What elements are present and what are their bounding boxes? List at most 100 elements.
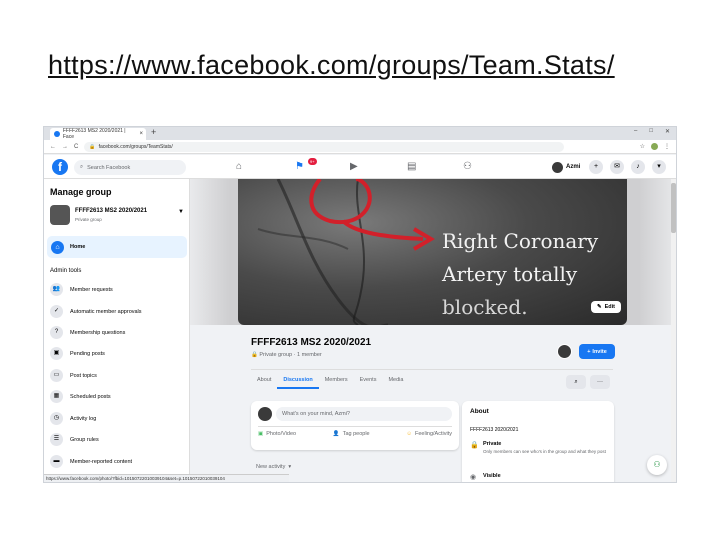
sidebar-item-label: Scheduled posts [70, 393, 111, 400]
browser-tab[interactable]: FFFF2613 MS2 2020/2021 | Face × [50, 128, 146, 140]
user-avatar [552, 161, 563, 173]
cover-photo[interactable]: Right Coronary Artery totally blocked. ✎… [238, 179, 627, 325]
divider [251, 369, 613, 370]
reload-button[interactable]: C [74, 144, 78, 150]
feed-sort-dropdown[interactable]: New activity ▾ [256, 464, 291, 470]
tab-events[interactable]: Events [354, 371, 383, 389]
pencil-icon: ✎ [597, 304, 602, 310]
edit-label: Edit [604, 304, 615, 310]
create-button[interactable]: + [589, 160, 603, 174]
cover-caption-line: Right Coronary [442, 229, 599, 253]
scrollbar[interactable] [671, 179, 676, 482]
scrollbar-thumb[interactable] [671, 183, 676, 233]
search-input[interactable]: ⌕ Search Facebook [74, 160, 186, 175]
privacy-row: 🔒 Private Only members can see who's in … [470, 441, 607, 455]
maximize-button[interactable]: □ [649, 128, 653, 135]
chevron-down-icon: ▾ [288, 464, 292, 470]
messenger-icon[interactable]: ✉ [610, 160, 624, 174]
tab-discussion[interactable]: Discussion [277, 371, 319, 389]
calendar-icon: ▦ [50, 390, 63, 403]
tab-media[interactable]: Media [382, 371, 409, 389]
auto-approve-icon: ✓ [50, 305, 63, 318]
cover-caption-line: Artery totally [442, 262, 578, 286]
browser-menu-icon[interactable]: ⋮ [664, 143, 670, 150]
group-tabs: About Discussion Members Events Media [251, 371, 409, 389]
tab-close-icon[interactable]: × [139, 131, 143, 137]
eye-icon: ◉ [470, 474, 477, 481]
clock-icon: ◷ [50, 412, 63, 425]
chevron-down-icon[interactable]: ▼ [178, 209, 184, 215]
user-profile-chip[interactable]: Azmi [552, 160, 580, 174]
minimize-button[interactable]: – [634, 128, 637, 135]
feeling-button[interactable]: ☺ Feeling/Activity [406, 431, 452, 437]
sidebar-item-post-topics[interactable]: ▭ Post topics [50, 369, 97, 382]
sidebar-item-member-requests[interactable]: 👥 Member requests [50, 283, 113, 296]
visibility-title: Visible [483, 473, 501, 479]
notifications-icon[interactable]: ♪ [631, 160, 645, 174]
marketplace-icon[interactable]: ▤ [407, 161, 416, 172]
url-text: facebook.com/groups/TeamStats/ [98, 143, 173, 150]
facebook-logo[interactable]: f [52, 159, 68, 175]
sidebar-item-group-rules[interactable]: ☰ Group rules [50, 433, 99, 446]
sidebar-item-activity-log[interactable]: ◷ Activity log [50, 412, 96, 425]
sidebar-item-label: Activity log [70, 415, 97, 422]
sidebar-item-label: Post topics [70, 372, 97, 379]
sidebar-item-home[interactable]: ⌂ Home [47, 236, 187, 258]
cover-caption-line: blocked. [442, 295, 528, 319]
sidebar-item-scheduled-posts[interactable]: ▦ Scheduled posts [50, 390, 111, 403]
group-search-button[interactable]: ⌕ [566, 375, 586, 389]
search-placeholder: Search Facebook [87, 164, 131, 171]
close-window-button[interactable]: ✕ [665, 128, 670, 135]
sidebar-item-membership-questions[interactable]: ? Membership questions [50, 326, 125, 339]
people-icon: ⚇ [653, 460, 661, 469]
url-field[interactable]: 🔒 facebook.com/groups/TeamStats/ [84, 141, 565, 152]
feeling-label: Feeling/Activity [414, 431, 452, 437]
member-avatar[interactable] [557, 344, 572, 359]
photo-video-label: Photo/Video [266, 431, 297, 437]
invite-button[interactable]: + Invite [579, 344, 615, 359]
divider [258, 426, 452, 427]
topics-icon: ▭ [50, 369, 63, 382]
lock-icon: 🔒 [89, 143, 96, 150]
about-heading: About [470, 408, 489, 415]
tab-about[interactable]: About [251, 371, 277, 389]
new-tab-button[interactable]: + [151, 127, 156, 137]
cover-caption: Right Coronary Artery totally blocked. [442, 225, 598, 324]
watch-icon[interactable]: ▶ [350, 161, 358, 172]
composer-input[interactable]: What's on your mind, Azmi? [276, 407, 452, 421]
pending-icon: ▣ [50, 347, 63, 360]
profile-avatar-icon[interactable] [651, 143, 658, 150]
sidebar-item-pending-posts[interactable]: ▣ Pending posts [50, 347, 105, 360]
forward-button[interactable]: → [62, 144, 68, 150]
groups-icon[interactable]: ⚇ [463, 161, 472, 172]
pages-flag-icon[interactable]: ⚑ [295, 161, 304, 172]
lock-icon: 🔒 [470, 442, 479, 449]
photo-video-button[interactable]: ▣ Photo/Video [258, 431, 296, 437]
home-nav-icon[interactable]: ⌂ [236, 161, 242, 172]
sidebar-item-reported-content[interactable]: ▬ Member-reported content [50, 455, 132, 468]
plus-icon: + [587, 348, 591, 355]
window-controls: – □ ✕ [634, 128, 670, 135]
facebook-favicon-icon [54, 131, 60, 137]
edit-cover-button[interactable]: ✎ Edit [591, 301, 621, 313]
new-message-button[interactable]: ⚇ [647, 455, 667, 475]
main-content: Right Coronary Artery totally blocked. ✎… [190, 179, 676, 482]
invite-label: Invite [592, 348, 607, 355]
sidebar-item-label: Member requests [70, 286, 113, 293]
user-name: Azmi [566, 164, 581, 170]
tag-people-button[interactable]: 👤 Tag people [333, 431, 370, 437]
about-card: About FFFF2613 2020/2021 🔒 Private Only … [462, 401, 614, 482]
tab-members[interactable]: Members [319, 371, 354, 389]
back-button[interactable]: ← [50, 144, 56, 150]
star-icon[interactable]: ☆ [640, 143, 645, 150]
sidebar-item-auto-approvals[interactable]: ✓ Automatic member approvals [50, 305, 142, 318]
facebook-header: f ⌕ Search Facebook ⌂ ⚑ 9+ ▶ ▤ ⚇ Azmi + … [44, 155, 676, 179]
about-description: FFFF2613 2020/2021 [470, 427, 519, 433]
tag-icon: 👤 [332, 431, 340, 437]
admin-tools-heading: Admin tools [50, 268, 82, 274]
more-options-button[interactable]: ··· [590, 375, 610, 389]
group-switcher[interactable]: FFFF2613 MS2 2020/2021 Private group ▼ [50, 205, 188, 227]
account-menu-icon[interactable]: ▾ [652, 160, 666, 174]
manage-group-sidebar: Manage group FFFF2613 MS2 2020/2021 Priv… [44, 179, 190, 482]
rules-icon: ☰ [50, 433, 63, 446]
